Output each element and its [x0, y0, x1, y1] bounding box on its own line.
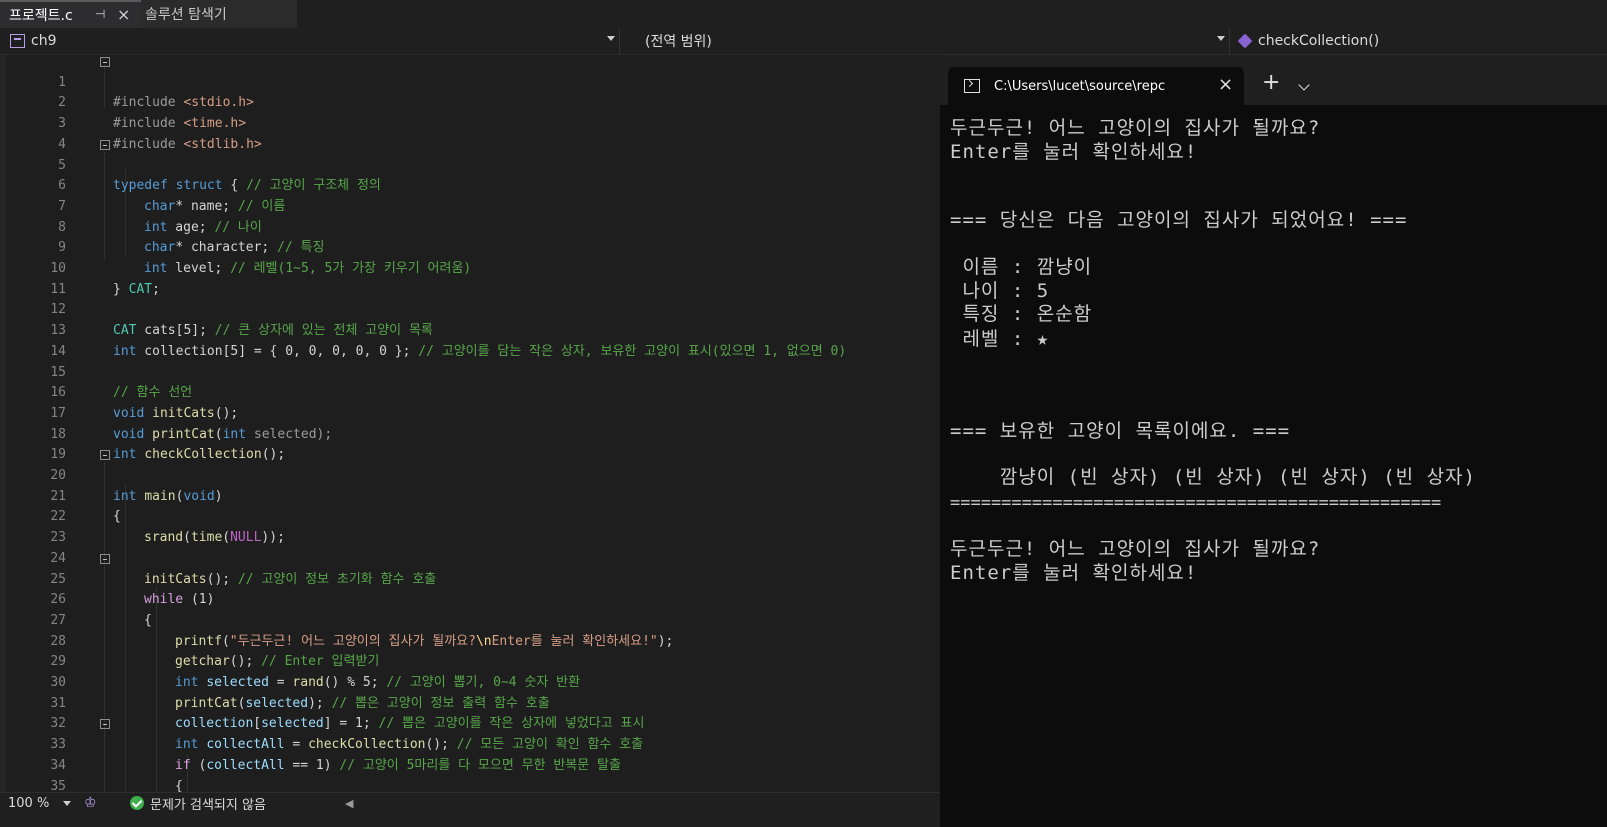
code-line: 27 printf("두근두근! 어느 고양이의 집사가 될까요?\nEnter…	[50, 612, 674, 649]
code-line: 18 int checkCollection();	[50, 426, 286, 463]
project-dropdown[interactable]: ch9	[0, 28, 620, 54]
code-line: 32 int collectAll = checkCollection(); /…	[50, 716, 644, 753]
code-line: 11	[50, 281, 66, 297]
code-line: 5 typedef struct { // 고양이 구조체 정의	[0, 135, 940, 193]
code-line: 9 int level; // 레벨(1~5, 5가 가장 키우기 어려움)	[58, 240, 472, 276]
terminal-tab-title: C:\Users\lucet\source\repc	[994, 78, 1166, 94]
collapse-icon[interactable]	[100, 139, 110, 150]
scroll-left-icon[interactable]: ◀	[345, 793, 353, 813]
chevron-down-icon[interactable]	[1298, 79, 1310, 91]
code-line: 3 #include <stdlib.h>	[58, 116, 262, 152]
chevron-down-icon	[607, 36, 615, 41]
code-line: 15 // 함수 선언	[50, 364, 193, 401]
code-line: 10 } CAT;	[50, 261, 160, 297]
member-name: checkCollection()	[1258, 33, 1380, 49]
method-cube-icon	[1237, 33, 1253, 49]
console-window[interactable]: C:\Users\lucet\source\repc × + 두근두근! 어느 …	[940, 55, 1607, 827]
code-line: 1 #include <stdio.h>	[0, 55, 940, 110]
code-editor[interactable]: 1 #include <stdio.h> 2 #include <time.h>…	[0, 55, 940, 792]
project-name: ch9	[31, 33, 57, 49]
console-line: 이름 : 깜냥이	[950, 256, 1093, 278]
chevron-down-icon	[63, 800, 72, 806]
document-tab-strip: 프로젝트.c ⊣ × 솔루션 탐색기	[0, 0, 1607, 28]
close-icon[interactable]: ×	[1218, 74, 1233, 95]
code-line: 35 break;	[50, 778, 66, 793]
console-line: === 당신은 다음 고양이의 집사가 되었어요! ===	[950, 209, 1408, 231]
code-line: 21 {	[50, 488, 121, 525]
console-line: === 보유한 고양이 목록이에요. ===	[950, 420, 1291, 442]
console-icon	[964, 79, 980, 93]
code-line: 31 collection[selected] = 1; // 뽑은 고양이를 …	[50, 695, 645, 732]
issues-message: 문제가 검색되지 않음	[150, 797, 266, 813]
scope-name: (전역 범위)	[645, 34, 712, 50]
console-line: 특징 : 온순함	[950, 303, 1093, 325]
code-line: 13 int collection[5] = { 0, 0, 0, 0, 0 }…	[50, 323, 847, 359]
code-line: 23	[50, 530, 66, 546]
collapse-icon[interactable]	[100, 553, 110, 564]
navigation-bar: ch9 (전역 범위) checkCollection()	[0, 28, 1607, 55]
terminal-titlebar: C:\Users\lucet\source\repc × +	[940, 55, 1607, 105]
code-line: 19	[50, 447, 66, 463]
console-line: 레벨 : ★	[950, 328, 1050, 350]
close-icon[interactable]: ×	[117, 5, 130, 24]
code-line: 34 {	[50, 757, 183, 792]
tab-label: 솔루션 탐색기	[145, 7, 227, 23]
code-line: 30 printCat(selected); // 뽑은 고양이 정보 출력 함…	[50, 675, 550, 711]
member-dropdown[interactable]: checkCollection()	[1236, 28, 1607, 54]
console-line: ========================================…	[950, 493, 1442, 513]
zoom-dropdown[interactable]: 100 %	[8, 793, 72, 813]
code-line: 8 char* character; // 특징	[58, 219, 325, 256]
code-line: 2 #include <time.h>	[58, 95, 247, 132]
console-line: 두근두근! 어느 고양이의 집사가 될까요?	[950, 117, 1321, 139]
code-line: 16 void initCats();	[50, 385, 239, 421]
console-line: 나이 : 5	[950, 280, 1050, 302]
zoom-level: 100 %	[8, 795, 50, 811]
code-line: 20 int main(void)	[0, 445, 940, 504]
new-tab-plus-icon[interactable]: +	[1262, 72, 1280, 94]
code-line: 4	[58, 136, 66, 152]
code-line: 14	[50, 343, 66, 359]
code-line: 24 initCats(); // 고양이 정보 초기화 함수 호출	[50, 550, 437, 587]
code-line: 22 srand(time(NULL));	[50, 509, 285, 546]
console-line: 깜냥이 (빈 상자) (빈 상자) (빈 상자) (빈 상자)	[950, 466, 1476, 488]
pin-icon[interactable]: ⊣	[95, 7, 105, 21]
collapse-icon[interactable]	[100, 450, 110, 461]
check-circle-icon	[130, 796, 144, 810]
code-line: 29 int selected = rand() % 5; // 고양이 뽑기,…	[50, 654, 581, 690]
code-line: 6 char* name; // 이름	[58, 178, 286, 214]
code-line: 25 while (1)	[0, 549, 940, 607]
code-line: 26 {	[50, 592, 152, 628]
project-icon	[10, 34, 25, 48]
code-line: 7 int age; // 나이	[58, 198, 262, 235]
code-line: 28 getchar(); // Enter 입력받기	[50, 633, 380, 670]
issues-indicator[interactable]: 문제가 검색되지 않음	[130, 793, 266, 813]
code-line: 12 CAT cats[5]; // 큰 상자에 있는 전체 고양이 목록	[50, 302, 433, 339]
code-line: 33 if (collectAll == 1) // 고양이 5마리를 다 모으…	[0, 714, 940, 773]
tab-label: 프로젝트.c	[9, 8, 73, 24]
code-line: 17 void printCat(int selected);	[50, 405, 333, 442]
chevron-down-icon	[1217, 36, 1225, 41]
scope-dropdown[interactable]: (전역 범위)	[620, 28, 1230, 54]
tab-project-c[interactable]: 프로젝트.c ⊣ ×	[0, 0, 141, 28]
tab-solution-explorer[interactable]: 솔루션 탐색기	[141, 0, 297, 28]
console-line: Enter를 눌러 확인하세요!	[950, 141, 1198, 163]
intellicode-icon[interactable]: ♔	[84, 793, 97, 813]
terminal-tab[interactable]: C:\Users\lucet\source\repc ×	[948, 67, 1244, 105]
collapse-icon[interactable]	[100, 719, 110, 730]
collapse-icon[interactable]	[100, 57, 110, 67]
editor-status-bar: 100 % ♔ 문제가 검색되지 않음 ◀	[0, 792, 940, 827]
console-line: 두근두근! 어느 고양이의 집사가 될까요?	[950, 538, 1321, 560]
console-line: Enter를 눌러 확인하세요!	[950, 562, 1198, 584]
